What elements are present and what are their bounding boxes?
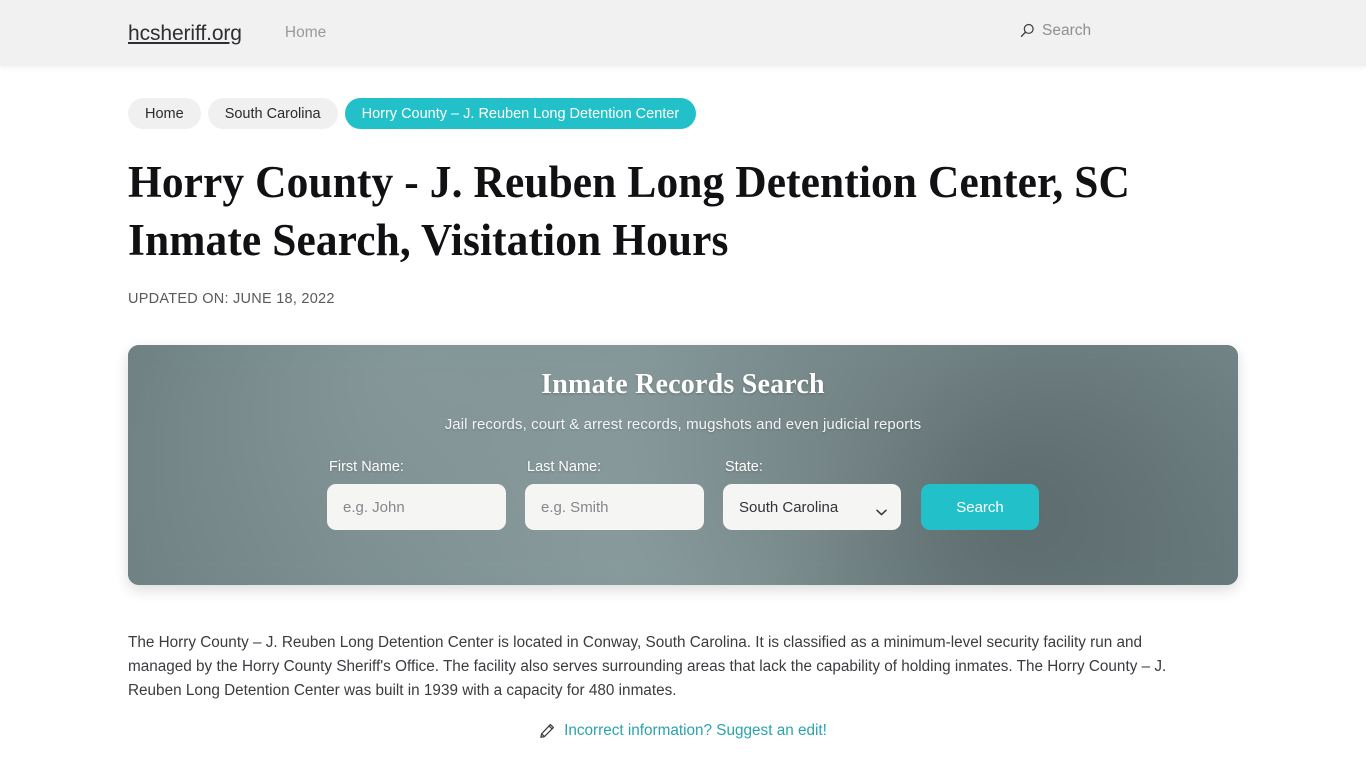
last-name-label: Last Name: bbox=[527, 459, 602, 475]
first-name-label: First Name: bbox=[329, 459, 404, 475]
site-brand[interactable]: hcsheriff.org bbox=[128, 23, 242, 44]
header-search[interactable]: Search bbox=[1020, 23, 1091, 39]
pencil-icon bbox=[539, 723, 555, 739]
last-name-field-group: Last Name: bbox=[525, 459, 704, 530]
breadcrumb-item-south-carolina[interactable]: South Carolina bbox=[207, 98, 338, 129]
header-search-label: Search bbox=[1042, 22, 1092, 39]
updated-on-label: UPDATED ON: JUNE 18, 2022 bbox=[128, 291, 335, 307]
hero-content: Inmate Records Search Jail records, cour… bbox=[128, 345, 1238, 530]
suggest-edit-link[interactable]: Incorrect information? Suggest an edit! bbox=[564, 722, 827, 740]
first-name-field-group: First Name: bbox=[327, 459, 506, 530]
search-icon bbox=[1020, 23, 1035, 38]
state-label: State: bbox=[725, 459, 763, 475]
inmate-search-form: First Name: Last Name: State: South Caro… bbox=[128, 459, 1238, 530]
facility-description: The Horry County – J. Reuben Long Detent… bbox=[128, 634, 1167, 699]
state-select-wrapper: South Carolina bbox=[723, 484, 901, 530]
last-name-input[interactable] bbox=[525, 484, 704, 530]
nav-item-home[interactable]: Home bbox=[285, 25, 326, 41]
breadcrumb-item-current[interactable]: Horry County – J. Reuben Long Detention … bbox=[344, 98, 697, 129]
page-title: Horry County - J. Reuben Long Detention … bbox=[128, 157, 1131, 265]
state-select[interactable]: South Carolina bbox=[723, 484, 901, 530]
hero-title: Inmate Records Search bbox=[541, 369, 825, 400]
inmate-search-panel: Inmate Records Search Jail records, cour… bbox=[128, 345, 1238, 585]
page-body: Home South Carolina Horry County – J. Re… bbox=[0, 66, 1366, 740]
content-container: Home South Carolina Horry County – J. Re… bbox=[128, 98, 1238, 740]
site-header: hcsheriff.org Home Search bbox=[0, 0, 1366, 66]
suggest-edit-row: Incorrect information? Suggest an edit! bbox=[128, 722, 1238, 740]
first-name-input[interactable] bbox=[327, 484, 506, 530]
main-nav: Home bbox=[285, 25, 326, 41]
breadcrumb-item-home[interactable]: Home bbox=[128, 98, 201, 129]
inmate-search-submit-button[interactable]: Search bbox=[921, 484, 1039, 530]
breadcrumb: Home South Carolina Horry County – J. Re… bbox=[128, 98, 1238, 129]
state-field-group: State: South Carolina bbox=[723, 459, 901, 530]
hero-subtitle: Jail records, court & arrest records, mu… bbox=[444, 416, 922, 433]
